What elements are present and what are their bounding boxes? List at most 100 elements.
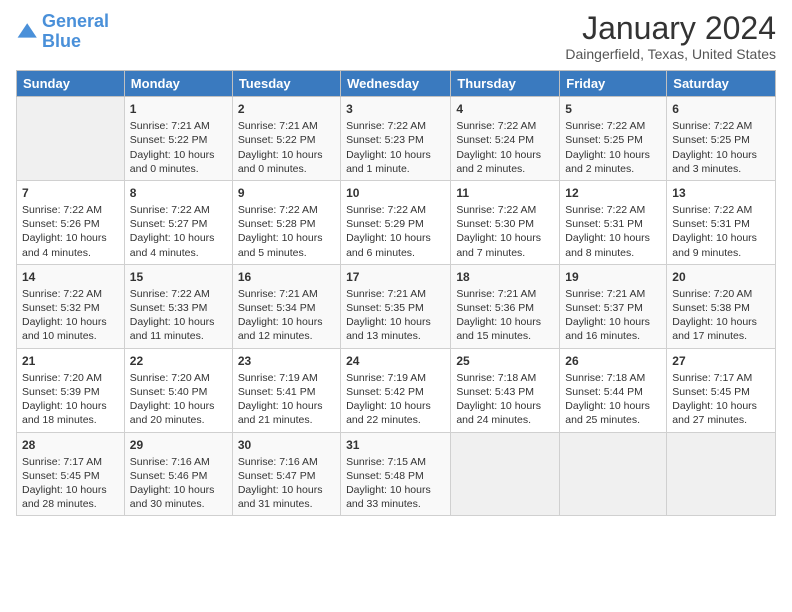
day-number: 17 xyxy=(346,269,445,285)
cell-info: Sunrise: 7:21 AM xyxy=(130,119,227,133)
cell-info: Sunrise: 7:21 AM xyxy=(565,287,661,301)
cell-info: Sunset: 5:30 PM xyxy=(456,217,554,231)
day-number: 6 xyxy=(672,101,770,117)
cell-info: Sunset: 5:29 PM xyxy=(346,217,445,231)
cell-info: Sunrise: 7:17 AM xyxy=(22,455,119,469)
cell-info: Sunset: 5:32 PM xyxy=(22,301,119,315)
cell-info: and 25 minutes. xyxy=(565,413,661,427)
cell-info: Daylight: 10 hours xyxy=(565,399,661,413)
day-number: 19 xyxy=(565,269,661,285)
cell-info: Sunset: 5:34 PM xyxy=(238,301,335,315)
logo-text: General Blue xyxy=(42,12,109,52)
cell-info: Daylight: 10 hours xyxy=(565,231,661,245)
cell-info: Daylight: 10 hours xyxy=(238,148,335,162)
day-number: 14 xyxy=(22,269,119,285)
cell-info: and 4 minutes. xyxy=(130,246,227,260)
calendar-cell: 25Sunrise: 7:18 AMSunset: 5:43 PMDayligh… xyxy=(451,348,560,432)
day-number: 23 xyxy=(238,353,335,369)
week-row-2: 14 Sunrise: 7:22 AM Sunset: 5:32 PM Dayligh… xyxy=(17,264,776,348)
day-number: 8 xyxy=(130,185,227,201)
calendar-cell: 22Sunrise: 7:20 AMSunset: 5:40 PMDayligh… xyxy=(124,348,232,432)
cell-info: and 20 minutes. xyxy=(130,413,227,427)
cell-info: Sunrise: 7:15 AM xyxy=(346,455,445,469)
day-number: 31 xyxy=(346,437,445,453)
cell-info: Sunset: 5:24 PM xyxy=(456,133,554,147)
logo: General Blue xyxy=(16,12,109,52)
week-row-0: 1Sunrise: 7:21 AMSunset: 5:22 PMDaylight… xyxy=(17,97,776,181)
col-thursday: Thursday xyxy=(451,71,560,97)
day-number: 12 xyxy=(565,185,661,201)
cell-info: Daylight: 10 hours xyxy=(130,399,227,413)
calendar-cell xyxy=(560,432,667,516)
cell-info: Daylight: 10 hours xyxy=(672,148,770,162)
cell-info: and 21 minutes. xyxy=(238,413,335,427)
week-row-4: 28Sunrise: 7:17 AMSunset: 5:45 PMDayligh… xyxy=(17,432,776,516)
cell-info: Sunrise: 7:21 AM xyxy=(456,287,554,301)
day-number: 22 xyxy=(130,353,227,369)
cell-info: Daylight: 10 hours xyxy=(346,483,445,497)
col-sunday: Sunday xyxy=(17,71,125,97)
cell-info: Daylight: 10 hours xyxy=(565,148,661,162)
calendar-cell: 2Sunrise: 7:21 AMSunset: 5:22 PMDaylight… xyxy=(232,97,340,181)
cell-info: and 8 minutes. xyxy=(565,246,661,260)
calendar-cell: 28Sunrise: 7:17 AMSunset: 5:45 PMDayligh… xyxy=(17,432,125,516)
week-row-3: 21Sunrise: 7:20 AMSunset: 5:39 PMDayligh… xyxy=(17,348,776,432)
location: Daingerfield, Texas, United States xyxy=(565,46,776,62)
day-number: 10 xyxy=(346,185,445,201)
cell-info: and 9 minutes. xyxy=(672,246,770,260)
cell-info: Sunset: 5:35 PM xyxy=(346,301,445,315)
cell-info: Sunrise: 7:19 AM xyxy=(346,371,445,385)
cell-info: and 22 minutes. xyxy=(346,413,445,427)
cell-info: Daylight: 10 hours xyxy=(346,231,445,245)
cell-info: Daylight: 10 hours xyxy=(672,315,770,329)
day-number: 26 xyxy=(565,353,661,369)
cell-info: and 1 minute. xyxy=(346,162,445,176)
cell-info: and 4 minutes. xyxy=(22,246,119,260)
calendar-cell: 15Sunrise: 7:22 AMSunset: 5:33 PMDayligh… xyxy=(124,264,232,348)
cell-info: Sunrise: 7:22 AM xyxy=(565,203,661,217)
cell-info: Sunset: 5:45 PM xyxy=(22,469,119,483)
calendar-cell: 7Sunrise: 7:22 AMSunset: 5:26 PMDaylight… xyxy=(17,180,125,264)
calendar-cell: 16Sunrise: 7:21 AMSunset: 5:34 PMDayligh… xyxy=(232,264,340,348)
day-number: 3 xyxy=(346,101,445,117)
calendar-cell: 17Sunrise: 7:21 AMSunset: 5:35 PMDayligh… xyxy=(341,264,451,348)
header-row: Sunday Monday Tuesday Wednesday Thursday… xyxy=(17,71,776,97)
cell-info: Daylight: 10 hours xyxy=(22,483,119,497)
page-container: General Blue January 2024 Daingerfield, … xyxy=(0,0,792,524)
calendar-cell: 10Sunrise: 7:22 AMSunset: 5:29 PMDayligh… xyxy=(341,180,451,264)
calendar-cell: 11Sunrise: 7:22 AMSunset: 5:30 PMDayligh… xyxy=(451,180,560,264)
day-number: 27 xyxy=(672,353,770,369)
col-friday: Friday xyxy=(560,71,667,97)
col-tuesday: Tuesday xyxy=(232,71,340,97)
cell-info: Sunset: 5:22 PM xyxy=(238,133,335,147)
cell-info: and 33 minutes. xyxy=(346,497,445,511)
cell-info: Sunset: 5:25 PM xyxy=(565,133,661,147)
calendar-cell: 8Sunrise: 7:22 AMSunset: 5:27 PMDaylight… xyxy=(124,180,232,264)
cell-info: and 27 minutes. xyxy=(672,413,770,427)
cell-info: and 6 minutes. xyxy=(346,246,445,260)
col-saturday: Saturday xyxy=(667,71,776,97)
day-number: 16 xyxy=(238,269,335,285)
day-number: 21 xyxy=(22,353,119,369)
calendar-cell: 9Sunrise: 7:22 AMSunset: 5:28 PMDaylight… xyxy=(232,180,340,264)
cell-info: Sunrise: 7:22 AM xyxy=(130,287,227,301)
cell-info: and 28 minutes. xyxy=(22,497,119,511)
cell-info: Sunrise: 7:22 AM xyxy=(22,203,119,217)
day-number: 13 xyxy=(672,185,770,201)
calendar-cell: 6Sunrise: 7:22 AMSunset: 5:25 PMDaylight… xyxy=(667,97,776,181)
cell-info: Sunset: 5:37 PM xyxy=(565,301,661,315)
cell-info: Daylight: 10 hours xyxy=(346,315,445,329)
calendar-cell xyxy=(17,97,125,181)
calendar-cell: 1Sunrise: 7:21 AMSunset: 5:22 PMDaylight… xyxy=(124,97,232,181)
cell-info: Sunrise: 7:21 AM xyxy=(238,119,335,133)
cell-info: Sunrise: 7:20 AM xyxy=(22,371,119,385)
cell-info: Sunset: 5:41 PM xyxy=(238,385,335,399)
cell-info: Sunset: 5:23 PM xyxy=(346,133,445,147)
cell-info: and 0 minutes. xyxy=(130,162,227,176)
col-monday: Monday xyxy=(124,71,232,97)
cell-info: and 7 minutes. xyxy=(456,246,554,260)
cell-info: Sunset: 5:22 PM xyxy=(130,133,227,147)
cell-info: and 12 minutes. xyxy=(238,329,335,343)
cell-info: and 17 minutes. xyxy=(672,329,770,343)
cell-info: Sunset: 5:46 PM xyxy=(130,469,227,483)
